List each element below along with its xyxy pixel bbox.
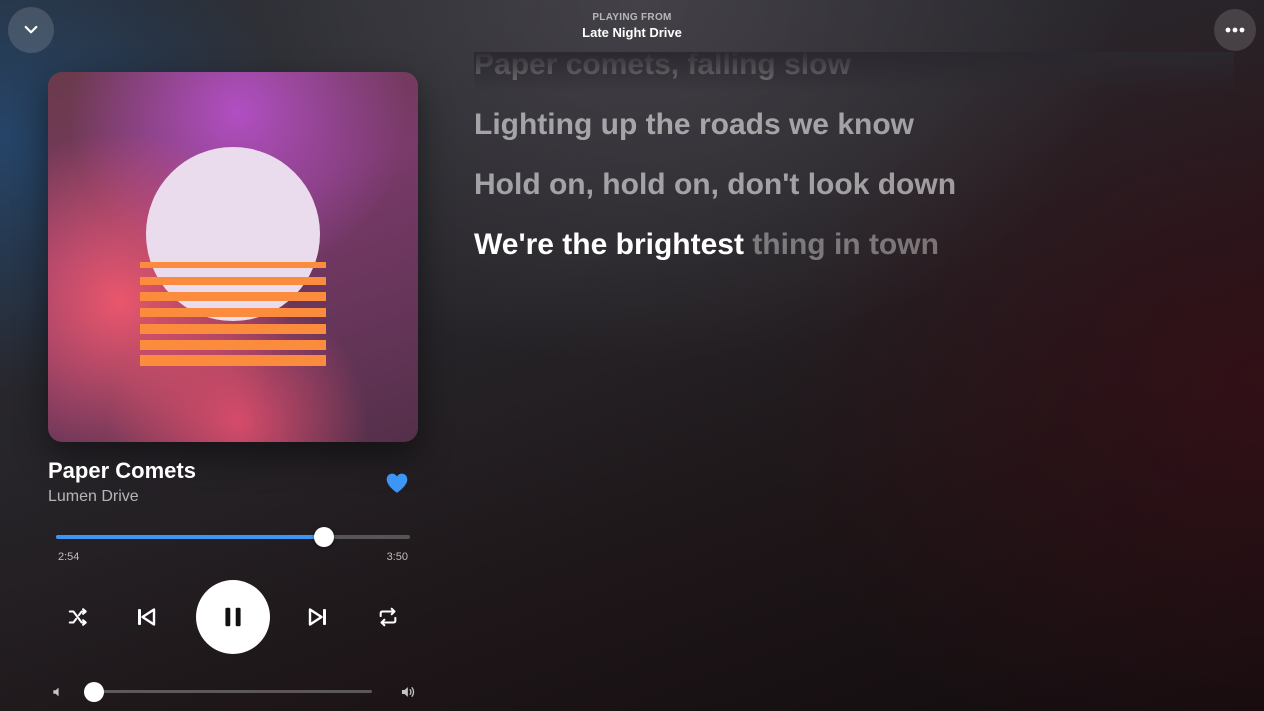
chevron-down-icon — [24, 25, 38, 34]
collapse-button[interactable] — [8, 7, 54, 53]
lyrics-panel[interactable]: Paper comets, falling slow Lighting up t… — [474, 0, 1234, 711]
lyric-line-current[interactable]: We're the brightest thing in town — [474, 228, 939, 262]
lyric-line[interactable]: Hold on, hold on, don't look down — [474, 168, 956, 202]
volume-low-icon[interactable] — [51, 685, 65, 699]
volume-high-icon[interactable] — [400, 684, 417, 700]
next-track-button[interactable] — [304, 603, 332, 631]
skip-previous-icon — [138, 608, 156, 626]
volume-slider[interactable] — [84, 682, 372, 702]
shuffle-icon — [68, 608, 87, 626]
track-artist[interactable]: Lumen Drive — [48, 488, 139, 506]
lyric-line[interactable]: Paper comets, falling slow — [474, 48, 851, 82]
volume-thumb[interactable] — [84, 682, 104, 702]
lyric-line[interactable]: Lighting up the roads we know — [474, 108, 914, 142]
time-elapsed: 2:54 — [58, 551, 80, 563]
progress-bar[interactable] — [56, 527, 410, 547]
progress-fill — [56, 535, 324, 539]
pause-button[interactable] — [196, 580, 270, 654]
like-button[interactable] — [384, 470, 410, 496]
repeat-button[interactable] — [374, 603, 402, 631]
repeat-icon — [379, 607, 397, 627]
progress-thumb[interactable] — [313, 527, 334, 547]
pause-icon — [225, 607, 241, 627]
album-art — [48, 72, 418, 442]
lyric-unsung-part: thing in town — [752, 228, 939, 261]
shuffle-button[interactable] — [64, 603, 92, 631]
album-art-sunset-graphic — [140, 147, 326, 366]
heart-icon — [386, 473, 408, 493]
skip-next-icon — [308, 608, 326, 626]
track-title[interactable]: Paper Comets — [48, 458, 196, 484]
previous-track-button[interactable] — [132, 603, 160, 631]
time-total: 3:50 — [386, 551, 408, 563]
lyric-sung-part: We're the brightest — [474, 228, 744, 261]
